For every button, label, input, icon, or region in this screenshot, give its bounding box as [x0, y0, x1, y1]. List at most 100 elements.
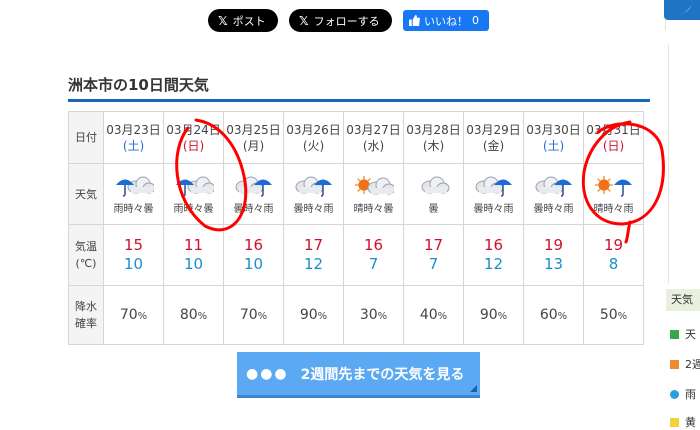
low-temp: 7: [368, 255, 379, 273]
temperature-cell: 17 12: [283, 224, 344, 286]
weather-row-label: 天気: [68, 163, 104, 225]
weather-cell: 曇時々雨: [463, 163, 524, 225]
swoosh-icon: [680, 5, 692, 15]
x-logo-icon: 𝕏: [218, 13, 228, 28]
low-temp: 10: [183, 255, 204, 273]
day-of-week: (日): [602, 138, 625, 153]
temperature-cell: 16 12: [463, 224, 524, 286]
dots-icon: ●●●: [246, 365, 289, 382]
percent-unit: %: [317, 311, 328, 322]
x-post-button[interactable]: 𝕏 ポスト: [208, 9, 278, 32]
rain-cloud-icon: [115, 176, 154, 197]
weather-text: 晴時々雨: [593, 203, 634, 215]
sidebar-link-4[interactable]: 黄: [670, 414, 696, 430]
sidebar-section-label: 天気: [666, 289, 700, 311]
date-cell: 03月23日 (土): [103, 111, 164, 164]
precipitation-cell: 70%: [223, 285, 284, 345]
cloud-icon: [421, 176, 449, 193]
sidebar-link-2[interactable]: 2週: [670, 356, 700, 372]
low-temp: 10: [243, 255, 264, 273]
low-temp: 12: [483, 255, 504, 273]
day-of-week: (月): [242, 138, 265, 153]
date-text: 03月26日: [286, 122, 341, 137]
date-text: 03月23日: [106, 122, 161, 137]
low-temp: 10: [123, 255, 144, 273]
day-of-week: (水): [362, 138, 385, 153]
low-temp: 7: [428, 255, 439, 273]
precipitation-value: 30: [359, 307, 378, 323]
date-row: 日付 03月23日 (土) 03月24日 (日) 03月25日 (月) 03月26日 (火) 0…: [68, 111, 644, 164]
sidebar-link-1[interactable]: 天: [670, 326, 696, 342]
date-cell: 03月29日 (金): [463, 111, 524, 164]
date-cell: 03月26日 (火): [283, 111, 344, 164]
x-follow-button[interactable]: 𝕏 フォローする: [289, 9, 392, 32]
weather-text: 曇時々雨: [233, 203, 274, 215]
percent-unit: %: [137, 311, 148, 322]
precipitation-value: 70: [119, 307, 138, 323]
high-temp: 17: [423, 236, 444, 254]
sidebar-bullet-icon: [670, 417, 679, 427]
high-temp: 15: [123, 236, 144, 254]
sidebar-bullet-icon: [670, 359, 679, 369]
low-temp: 13: [543, 255, 564, 273]
date-text: 03月28日: [406, 122, 461, 137]
x-post-label: ポスト: [232, 14, 266, 28]
precipitation-label: 降水: [75, 300, 97, 313]
sidebar-bullet-icon: [670, 329, 679, 339]
date-cell: 03月24日 (日): [163, 111, 224, 164]
facebook-like-button[interactable]: いいね！ 0: [403, 10, 489, 31]
date-text: 03月30日: [526, 122, 581, 137]
date-text: 03月31日: [586, 122, 641, 137]
low-temp: 12: [303, 255, 324, 273]
sun-cloud-icon: [354, 175, 394, 194]
temperature-cell: 16 10: [223, 224, 284, 286]
x-logo-icon: 𝕏: [299, 13, 309, 28]
precipitation-cell: 90%: [283, 285, 344, 345]
temperature-cell: 19 8: [583, 224, 644, 286]
cloud-rain-icon: [295, 176, 332, 197]
forecast-table: 日付 03月23日 (土) 03月24日 (日) 03月25日 (月) 03月26日 (火) 0…: [68, 111, 644, 345]
sidebar-link-label: 天: [685, 328, 696, 341]
weather-text: 雨時々曇: [173, 203, 214, 215]
cloud-rain-icon: [235, 176, 272, 197]
sidebar-link-label: 2週: [685, 358, 700, 371]
precipitation-cell: 30%: [343, 285, 404, 345]
temperature-cell: 17 7: [403, 224, 464, 286]
high-temp: 17: [303, 236, 324, 254]
high-temp: 16: [243, 236, 264, 254]
high-temp: 11: [183, 236, 204, 254]
cloud-rain-icon: [475, 176, 512, 197]
percent-unit: %: [437, 311, 448, 322]
precipitation-value: 60: [539, 307, 558, 323]
high-temp: 19: [543, 236, 564, 254]
percent-unit: %: [257, 311, 268, 322]
weather-cell: 曇: [403, 163, 464, 225]
day-of-week: (火): [302, 138, 325, 153]
precipitation-cell: 80%: [163, 285, 224, 345]
weather-text: 曇時々雨: [293, 203, 334, 215]
weather-text: 曇時々雨: [533, 203, 574, 215]
precipitation-value: 90: [299, 307, 318, 323]
x-follow-label: フォローする: [313, 14, 380, 28]
percent-unit: %: [377, 311, 388, 322]
weather-cell: 晴時々雨: [583, 163, 644, 225]
weather-text: 雨時々曇: [113, 203, 154, 215]
weather-text: 晴時々曇: [353, 203, 394, 215]
two-week-forecast-button[interactable]: ●●● 2週間先までの天気を見る: [237, 352, 480, 398]
sidebar-divider: [665, 20, 666, 30]
weather-text: 曇: [428, 203, 439, 215]
precipitation-row: 降水 確率 70% 80% 70% 90% 30% 40% 90% 60% 50%: [68, 285, 644, 345]
sidebar-logo-tab[interactable]: [664, 0, 700, 20]
precipitation-cell: 70%: [103, 285, 164, 345]
rain-cloud-icon: [175, 176, 214, 197]
temperature-cell: 11 10: [163, 224, 224, 286]
weather-text: 曇時々雨: [473, 203, 514, 215]
precipitation-value: 80: [179, 307, 198, 323]
day-of-week: (金): [482, 138, 505, 153]
weather-cell: 晴時々曇: [343, 163, 404, 225]
temperature-row-label: 気温 (℃): [68, 224, 104, 286]
sidebar-link-3[interactable]: 雨: [670, 386, 696, 402]
weather-cell: 曇時々雨: [223, 163, 284, 225]
probability-label: 確率: [75, 317, 97, 330]
precipitation-cell: 90%: [463, 285, 524, 345]
